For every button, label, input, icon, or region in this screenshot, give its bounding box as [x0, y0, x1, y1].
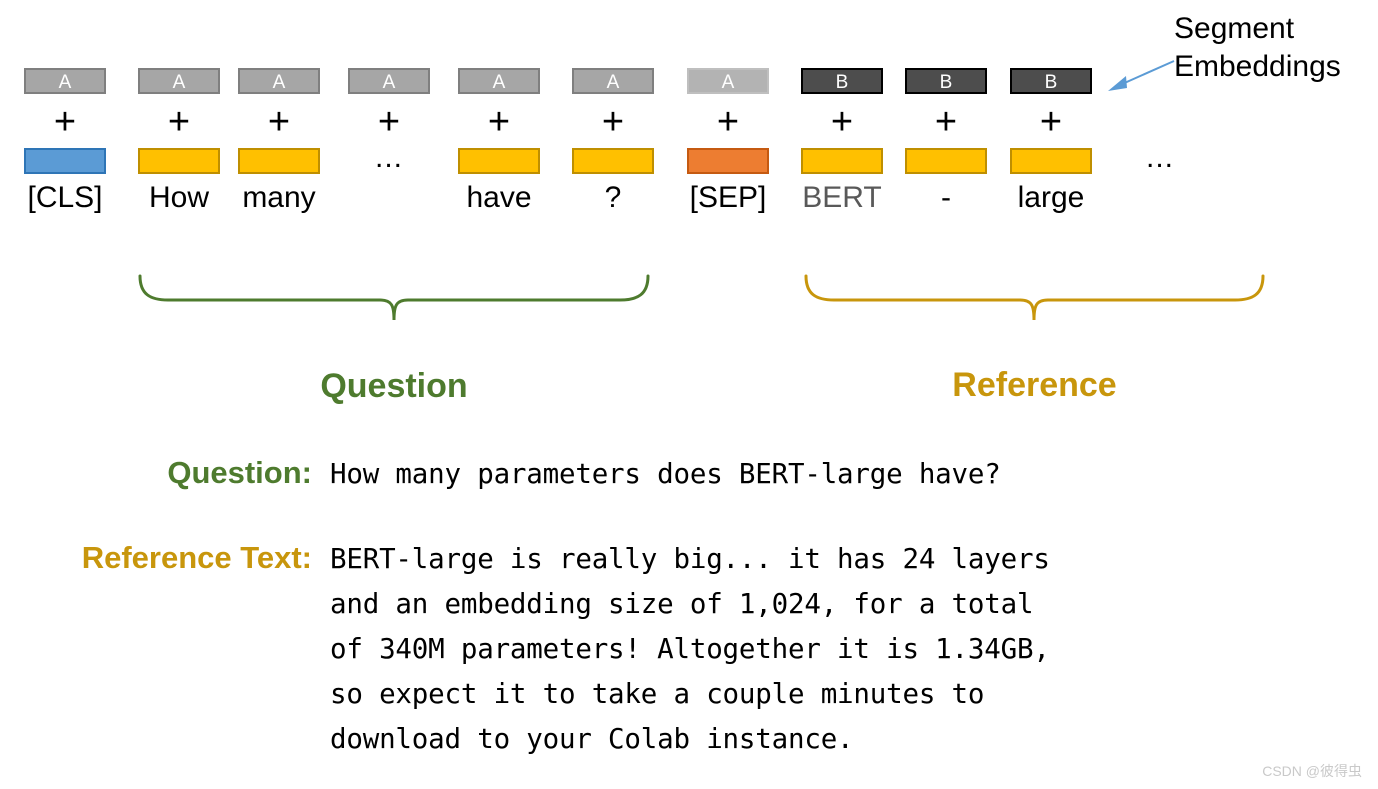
token-embedding-bar: [238, 148, 320, 174]
reference-brace-label: Reference: [952, 366, 1117, 404]
question-row: Question: How many parameters does BERT-…: [0, 452, 1378, 497]
ellipsis-icon: ...: [1145, 141, 1174, 174]
token-embedding-bar: [572, 148, 654, 174]
segment-box-b: B: [905, 68, 987, 94]
token-column: A + [CLS]: [24, 68, 106, 215]
segment-box-a: A: [138, 68, 220, 94]
watermark: CSDN @彼得虫: [1262, 763, 1362, 779]
token-column: A + many: [238, 68, 320, 215]
segment-box-a: A: [687, 68, 769, 94]
callout-line-1: Segment: [1174, 12, 1295, 45]
plus-icon: +: [1039, 101, 1063, 143]
token-label: BERT: [802, 181, 882, 214]
token-embedding-bar: [801, 148, 883, 174]
segment-box-b: B: [1010, 68, 1092, 94]
token-column: B + BERT: [801, 68, 883, 215]
plus-icon: +: [167, 101, 191, 143]
token-label: How: [148, 181, 209, 214]
token-label: ?: [604, 181, 622, 214]
token-label: -: [941, 181, 951, 214]
token-column: A + How: [138, 68, 220, 215]
segment-box-a: A: [572, 68, 654, 94]
token-label: many: [242, 181, 316, 214]
token-label: [CLS]: [27, 181, 103, 214]
plus-icon: +: [267, 101, 291, 143]
brace-group: [0, 262, 1378, 342]
token-column: A +...: [348, 68, 430, 181]
token-embedding-bar: [687, 148, 769, 174]
token-column: A + have: [458, 68, 540, 215]
token-column: B + -: [905, 68, 987, 215]
plus-icon: +: [830, 101, 854, 143]
segment-box-a: A: [24, 68, 106, 94]
token-embedding-bar: [458, 148, 540, 174]
plus-icon: +: [377, 101, 401, 143]
plus-icon: [1119, 102, 1201, 142]
plus-icon: +: [601, 101, 625, 143]
segment-box-a: A: [458, 68, 540, 94]
plus-icon: +: [487, 101, 511, 143]
token-column: B + large: [1010, 68, 1092, 215]
ellipsis-icon: ...: [374, 141, 403, 174]
plus-icon: +: [53, 101, 77, 143]
segment-box-a: A: [348, 68, 430, 94]
token-label: [SEP]: [689, 181, 767, 214]
token-embedding-bar: [905, 148, 987, 174]
token-label: large: [1017, 181, 1085, 214]
token-embedding-bar: [138, 148, 220, 174]
question-label: Question:: [167, 455, 312, 490]
reference-brace: [804, 274, 1265, 321]
segment-embedding-diagram: A + [CLS] A + How A + many A +... A + have A +? A + [SEP] B…: [0, 0, 1378, 260]
question-text: How many parameters does BERT-large have…: [330, 458, 1001, 490]
reference-text: BERT-large is really big... it has 24 la…: [330, 543, 1050, 755]
question-brace-label: Question: [320, 367, 468, 405]
question-brace: [138, 274, 650, 321]
callout-line-2: Embeddings: [1174, 50, 1341, 83]
reference-label: Reference Text:: [81, 540, 312, 575]
token-label: have: [466, 181, 532, 214]
reference-row: Reference Text: BERT-large is really big…: [0, 537, 1378, 762]
callout-arrow-icon: [1108, 60, 1175, 91]
token-column: A + [SEP]: [687, 68, 769, 215]
plus-icon: +: [934, 101, 958, 143]
segment-box-a: A: [238, 68, 320, 94]
token-embedding-bar: [24, 148, 106, 174]
token-column: A +?: [572, 68, 654, 215]
segment-embeddings-callout: Segment Embeddings: [1174, 10, 1341, 86]
plus-icon: +: [716, 101, 740, 143]
token-embedding-bar: [1010, 148, 1092, 174]
qa-text-block: Question: How many parameters does BERT-…: [0, 452, 1378, 762]
segment-box-b: B: [801, 68, 883, 94]
